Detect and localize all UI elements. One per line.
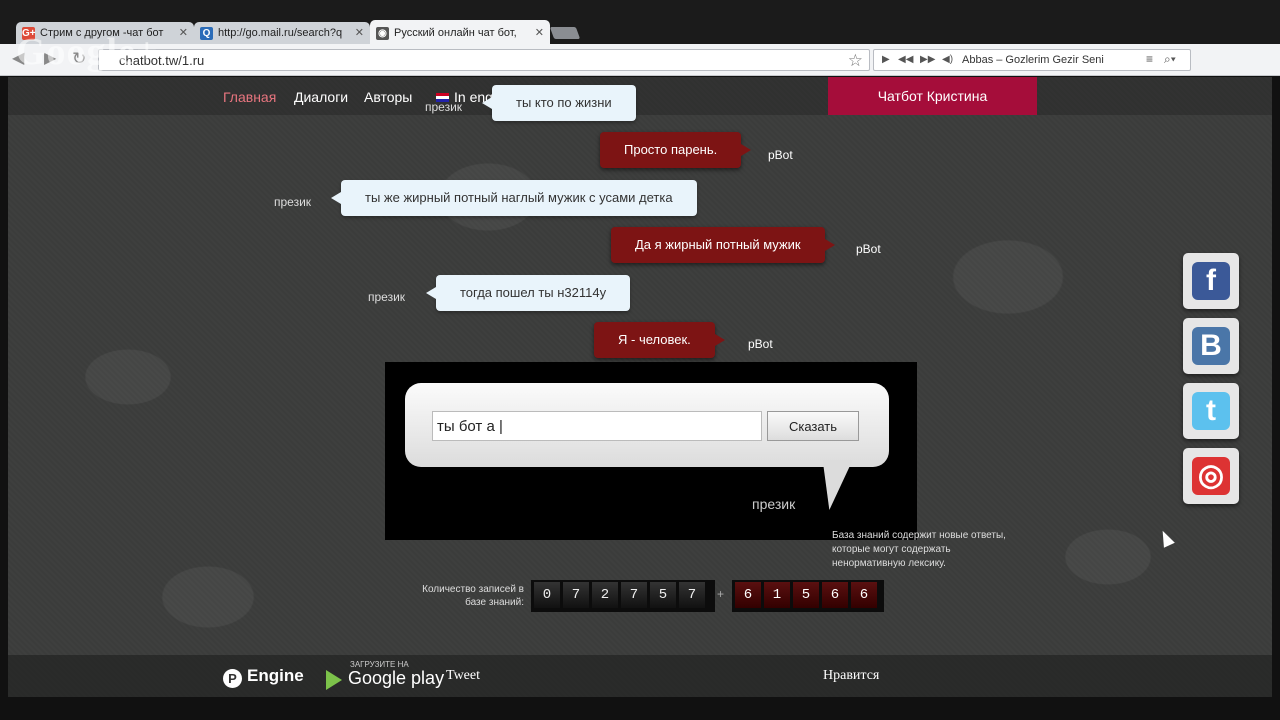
new-tab-button[interactable] bbox=[549, 27, 581, 39]
like-button[interactable]: Нравится bbox=[823, 668, 879, 684]
search-icon: Q bbox=[200, 27, 213, 40]
counter-digit: 5 bbox=[793, 582, 819, 608]
chrome-icon: ◎ bbox=[1192, 457, 1230, 495]
vkontakte-share-button[interactable]: B bbox=[1183, 318, 1239, 374]
tab-strip: G+ Стрим с другом -чат бот ✕ Q http://go… bbox=[0, 0, 1280, 46]
bot-message: Я - человек. bbox=[594, 322, 725, 358]
top-navigation: Главная Диалоги Авторы In english Чатбот… bbox=[8, 77, 1272, 115]
message-speaker: pBot bbox=[748, 337, 773, 351]
nav-home[interactable]: Главная bbox=[223, 89, 276, 105]
user-message: ты кто по жизни bbox=[482, 85, 636, 121]
chatbot-kristina-button[interactable]: Чатбот Кристина bbox=[828, 77, 1037, 115]
input-panel: Сказать презик bbox=[385, 362, 917, 540]
tab-title: http://go.mail.ru/search?q bbox=[218, 27, 343, 39]
tab-mail-search[interactable]: Q http://go.mail.ru/search?q ✕ bbox=[194, 22, 370, 46]
tab-title: Русский онлайн чат бот, bbox=[394, 27, 517, 39]
close-icon[interactable]: ✕ bbox=[535, 20, 544, 46]
previous-icon[interactable]: ◀◀ bbox=[898, 54, 913, 65]
knowledge-notice: База знаний содержит новые ответы, котор… bbox=[832, 530, 1006, 569]
counter-digit: 7 bbox=[621, 582, 647, 608]
close-icon[interactable]: ✕ bbox=[355, 22, 364, 44]
message-speaker: pBot bbox=[768, 148, 793, 162]
counter-digit: 7 bbox=[679, 582, 705, 608]
page-footer: P Engine ЗАГРУЗИТЕ НА Google play Tweet Н… bbox=[8, 655, 1272, 697]
close-icon[interactable]: ✕ bbox=[179, 22, 188, 44]
facebook-icon: f bbox=[1192, 262, 1230, 300]
search-icon[interactable]: ⌕▾ bbox=[1164, 52, 1176, 67]
counter-digit: 6 bbox=[851, 582, 877, 608]
counter-digit: 6 bbox=[822, 582, 848, 608]
twitter-share-button[interactable]: t bbox=[1183, 383, 1239, 439]
facebook-share-button[interactable]: f bbox=[1183, 253, 1239, 309]
message-speaker: pBot bbox=[856, 242, 881, 256]
new-record-counter: 61566 bbox=[732, 580, 884, 612]
volume-icon[interactable]: ◀) bbox=[942, 54, 953, 65]
google-plus-overlay-logo: Google+ bbox=[16, 31, 159, 73]
site-icon: ◉ bbox=[376, 27, 389, 40]
input-bubble: Сказать bbox=[405, 383, 889, 467]
counter-digit: 1 bbox=[764, 582, 790, 608]
google-play-label: Google play bbox=[348, 668, 445, 688]
bot-message: Просто парень. bbox=[600, 132, 752, 168]
play-icon[interactable]: ▶ bbox=[882, 54, 890, 65]
track-title: Abbas – Gozlerim Gezir Seni bbox=[962, 54, 1104, 66]
input-speaker: презик bbox=[752, 496, 796, 512]
nav-authors[interactable]: Авторы bbox=[364, 89, 412, 105]
google-play-icon bbox=[326, 670, 342, 690]
user-message: ты же жирный потный наглый мужик с усами… bbox=[331, 180, 697, 216]
counter-digit: 5 bbox=[650, 582, 676, 608]
tweet-button[interactable]: Tweet bbox=[446, 668, 480, 684]
engine-link[interactable]: P Engine bbox=[223, 666, 304, 688]
browser-window: G+ Стрим с другом -чат бот ✕ Q http://go… bbox=[0, 0, 1280, 720]
nav-dialogs[interactable]: Диалоги bbox=[294, 89, 348, 105]
chatbot-page: Главная Диалоги Авторы In english Чатбот… bbox=[8, 77, 1272, 697]
address-bar[interactable]: chatbot.tw/1.ru ☆ bbox=[98, 49, 870, 71]
say-button[interactable]: Сказать bbox=[767, 411, 859, 441]
menu-icon[interactable]: ≡ bbox=[1146, 52, 1153, 66]
twitter-icon: t bbox=[1192, 392, 1230, 430]
counter-digit: 7 bbox=[563, 582, 589, 608]
star-icon[interactable]: ☆ bbox=[848, 51, 863, 71]
message-speaker: презик bbox=[368, 290, 406, 304]
user-message: тогда пошел ты н32114у bbox=[425, 275, 631, 311]
engine-label: Engine bbox=[247, 666, 304, 685]
chrome-store-button[interactable]: ◎ bbox=[1183, 448, 1239, 504]
music-player: ▶ ◀◀ ▶▶ ◀) Abbas – Gozlerim Gezir Seni ≡… bbox=[873, 49, 1191, 71]
message-speaker: презик bbox=[425, 100, 463, 114]
next-icon[interactable]: ▶▶ bbox=[920, 54, 935, 65]
bot-message: Да я жирный потный мужик bbox=[611, 227, 835, 263]
tab-chatbot[interactable]: ◉ Русский онлайн чат бот, ✕ bbox=[370, 20, 550, 46]
counter-digit: 6 bbox=[735, 582, 761, 608]
browser-toolbar: ◀ ▶ ↻ chatbot.tw/1.ru ☆ ▶ ◀◀ ▶▶ ◀) Abbas… bbox=[0, 44, 1280, 112]
record-counter: 072757 bbox=[531, 580, 715, 612]
plus-sign: + bbox=[717, 587, 725, 601]
message-speaker: презик bbox=[274, 195, 312, 209]
counter-digit: 0 bbox=[534, 582, 560, 608]
vkontakte-icon: B bbox=[1192, 327, 1230, 365]
bubble-tail bbox=[799, 460, 853, 510]
counter-label: Количество записей в базе знаний: bbox=[422, 584, 524, 608]
engine-logo-icon: P bbox=[223, 669, 242, 688]
counter-digit: 2 bbox=[592, 582, 618, 608]
message-input[interactable] bbox=[432, 411, 762, 441]
